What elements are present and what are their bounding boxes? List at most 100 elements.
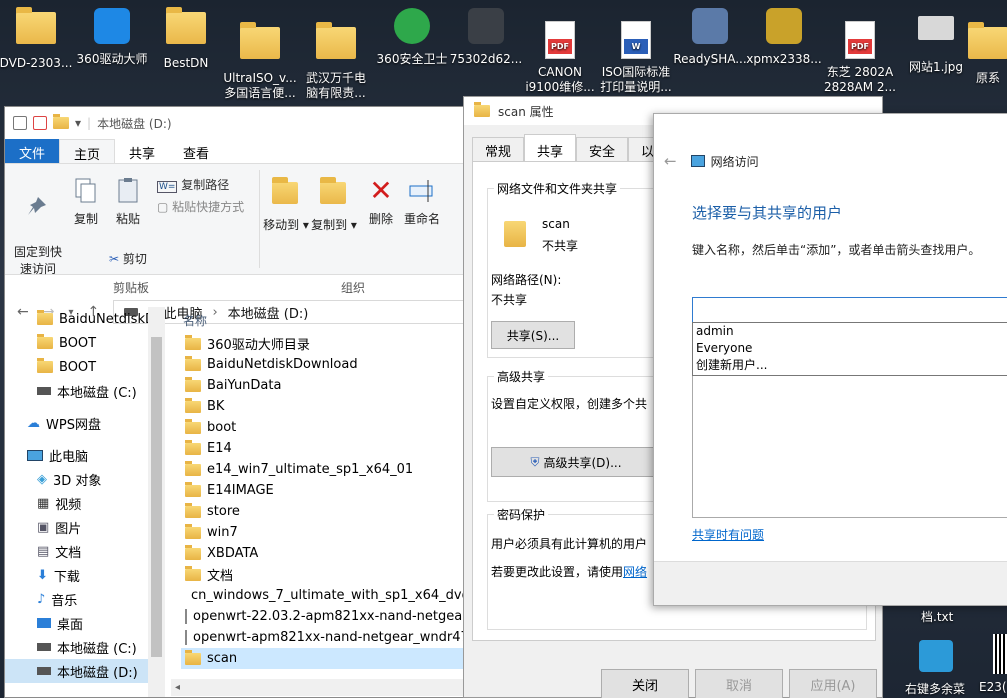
desktop-label[interactable]: 右键多余菜	[905, 680, 965, 697]
nav-scrollbar[interactable]	[148, 307, 165, 697]
nav-item[interactable]: 本地磁盘 (C:)	[5, 635, 165, 659]
network-center-link[interactable]: 网络	[623, 565, 647, 579]
delete-button[interactable]: ✕ 删除	[361, 176, 401, 227]
paste-button[interactable]: 粘贴	[109, 176, 147, 227]
file-row-selected[interactable]: scan	[181, 648, 471, 669]
desktop-icon-iso[interactable]: W ISO国际标准 打印量说明...	[598, 6, 674, 94]
option-admin[interactable]: admin	[693, 323, 1007, 340]
file-row[interactable]: cn_windows_7_ultimate_with_sp1_x64_dvd_u…	[181, 585, 471, 606]
desktop-icon-bestdn[interactable]: BestDN	[148, 6, 224, 86]
desktop-icon-75302[interactable]: 75302d62...	[448, 6, 524, 86]
copy-path-icon: W=	[157, 181, 178, 193]
tab-view[interactable]: 查看	[169, 139, 223, 163]
file-row[interactable]: openwrt-22.03.2-apm821xx-nand-netgear_wn	[181, 606, 471, 627]
tab-sharing[interactable]: 共享	[524, 134, 577, 161]
desktop-icon-ultraiso[interactable]: UltraISO_v... 多国语言便...	[222, 6, 298, 100]
shared-users-list[interactable]	[692, 376, 1007, 518]
option-create-user[interactable]: 创建新用户...	[693, 357, 1007, 374]
nav-item[interactable]: ▣ 图片	[5, 515, 165, 539]
column-header-name[interactable]: 名称	[181, 307, 471, 333]
nav-item-wps[interactable]: ☁ WPS网盘	[5, 411, 165, 435]
advanced-sharing-desc: 设置自定义权限，创建多个共	[491, 397, 648, 411]
file-row[interactable]: 文档	[181, 564, 471, 585]
file-row[interactable]: win7	[181, 522, 471, 543]
nav-item[interactable]: 桌面	[5, 611, 165, 635]
file-row[interactable]: BaiYunData	[181, 375, 471, 396]
tab-security[interactable]: 安全	[576, 137, 629, 161]
file-row[interactable]: XBDATA	[181, 543, 471, 564]
desktop-icon-dvd[interactable]: DVD-2303...	[0, 6, 74, 86]
cancel-button[interactable]: 取消	[695, 669, 783, 698]
desktop-label[interactable]: 档.txt	[921, 608, 953, 625]
copy-path-button[interactable]: W= 复制路径	[157, 176, 229, 193]
paste-shortcut-button[interactable]: ▢ 粘贴快捷方式	[157, 198, 244, 215]
file-row[interactable]: e14_win7_ultimate_sp1_x64_01	[181, 459, 471, 480]
copy-to-button[interactable]: 复制到 ▾	[309, 176, 359, 233]
nav-item[interactable]: 本地磁盘 (C:)	[5, 379, 165, 403]
tab-share[interactable]: 共享	[115, 139, 169, 163]
nav-item[interactable]: ▤ 文档	[5, 539, 165, 563]
paste-icon	[114, 176, 142, 206]
right-click-tool-icon[interactable]	[919, 640, 953, 672]
desktop-icon-website[interactable]: 网站1.jpg	[898, 6, 974, 86]
cut-button[interactable]: ✂ 剪切	[109, 250, 147, 267]
desktop-icon-xpmx[interactable]: xpmx2338...	[746, 6, 822, 86]
pin-button[interactable]: 固定到快 速访问	[9, 176, 67, 278]
file-hscrollbar[interactable]: ◂	[171, 679, 471, 696]
scroll-thumb[interactable]	[151, 337, 162, 657]
folder-icon	[185, 334, 201, 350]
advanced-sharing-button[interactable]: ⛨ 高级共享(D)...	[491, 447, 661, 477]
file-row[interactable]: 360驱动大师目录	[181, 333, 471, 354]
rename-button[interactable]: 重命名	[399, 176, 445, 227]
desktop-icon-canon[interactable]: PDF CANON i9100维修...	[522, 6, 598, 94]
tab-general[interactable]: 常规	[472, 137, 525, 161]
file-row[interactable]: BK	[181, 396, 471, 417]
apply-button[interactable]: 应用(A)	[789, 669, 877, 698]
picture-icon: ▣	[37, 519, 50, 535]
scroll-left-arrow-icon[interactable]: ◂	[171, 682, 180, 693]
nav-item[interactable]: BaiduNetdiskD	[5, 307, 165, 331]
tab-home[interactable]: 主页	[59, 139, 116, 163]
nav-item[interactable]: ◈ 3D 对象	[5, 467, 165, 491]
copy-button[interactable]: 复制	[67, 176, 105, 227]
nav-item-selected[interactable]: 本地磁盘 (D:)	[5, 659, 165, 683]
option-everyone[interactable]: Everyone	[693, 340, 1007, 357]
back-arrow-icon[interactable]: ←	[664, 152, 677, 170]
nav-item-this-pc[interactable]: 此电脑	[5, 443, 165, 467]
password-change-desc: 若要更改此设置，请使用网络	[491, 565, 648, 579]
file-row[interactable]: E14	[181, 438, 471, 459]
folder-icon	[37, 310, 53, 325]
desktop-icon-readyshare[interactable]: ReadySHA...	[672, 6, 748, 86]
desktop-icon-360-security[interactable]: 360安全卫士	[374, 6, 450, 86]
quick-access-save-icon[interactable]	[13, 116, 27, 130]
nav-item[interactable]: BOOT	[5, 355, 165, 379]
desktop-label[interactable]: E23(	[979, 680, 1007, 694]
quick-access-properties-icon[interactable]	[33, 116, 47, 130]
close-button[interactable]: 关闭	[601, 669, 689, 698]
share-state: 不共享	[542, 239, 579, 253]
music-icon: ♪	[37, 591, 46, 607]
file-row[interactable]: boot	[181, 417, 471, 438]
dropdown-arrow-icon[interactable]: ▾	[75, 116, 81, 130]
qr-code-icon	[993, 634, 1007, 674]
nav-item[interactable]: ▦ 视频	[5, 491, 165, 515]
network-path-value: 不共享	[491, 293, 528, 307]
file-row[interactable]: BaiduNetdiskDownload	[181, 354, 471, 375]
desktop-icon-wuhan[interactable]: 武汉万千电 脑有限责...	[298, 6, 374, 100]
file-row[interactable]: openwrt-apm821xx-nand-netgear_wndr4700-	[181, 627, 471, 648]
file-row[interactable]: store	[181, 501, 471, 522]
desktop-icon-toshiba[interactable]: PDF 东芝 2802A 2828AM 2...	[822, 6, 898, 94]
desktop-icon-360-driver[interactable]: 360驱动大师	[74, 6, 150, 86]
folder-icon	[185, 565, 201, 581]
user-name-input[interactable]	[692, 297, 1007, 323]
film-icon: ▦	[37, 495, 50, 511]
desktop-icon-original[interactable]: 原系 查	[966, 6, 1007, 86]
sharing-help-link[interactable]: 共享时有问题	[692, 526, 764, 543]
move-to-button[interactable]: 移动到 ▾	[263, 176, 309, 233]
nav-item[interactable]: ⬇ 下载	[5, 563, 165, 587]
share-button[interactable]: 共享(S)...	[491, 321, 575, 349]
file-row[interactable]: E14IMAGE	[181, 480, 471, 501]
nav-item[interactable]: BOOT	[5, 331, 165, 355]
tab-file[interactable]: 文件	[5, 139, 60, 163]
nav-item[interactable]: ♪ 音乐	[5, 587, 165, 611]
